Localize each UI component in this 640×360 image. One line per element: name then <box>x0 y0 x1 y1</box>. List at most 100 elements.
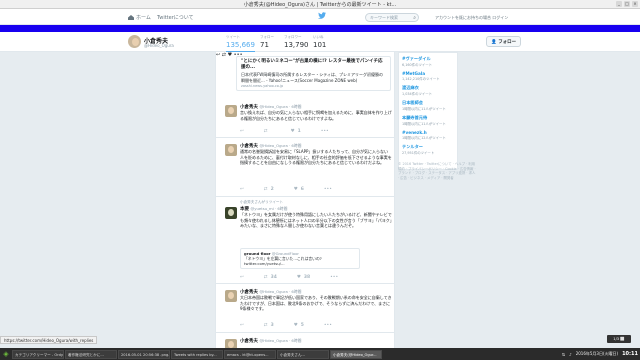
tweet-header: 小倉秀夫 @Hideo_Ogura · 6時間 <box>240 338 301 344</box>
search-input[interactable]: キーワード検索 ⌕ <box>365 13 419 22</box>
tweet[interactable]: 小倉秀夫 @Hideo_Ogura · 6時間 通常の名誉毀損訴訟を安易に「SL… <box>216 139 394 197</box>
stat-value: 135,669 <box>226 41 255 49</box>
taskbar-item-active[interactable]: 小倉秀夫(@Hideo_Ogur... <box>330 349 382 359</box>
twitter-bird-icon[interactable] <box>318 12 326 19</box>
footer-links[interactable]: © 2016 Twitter · Twitterについて · ヘルプ · 利用規… <box>398 162 476 180</box>
nav-home-label: ホーム <box>136 15 151 21</box>
retweet-icon[interactable]: ⇄ <box>222 52 226 58</box>
tweet-author-name[interactable]: 小倉秀夫 <box>240 339 258 344</box>
stat-tweets[interactable]: ツイート 135,669 <box>226 35 255 52</box>
retweet-button[interactable]: ⇄ 2 <box>264 187 274 192</box>
like-button[interactable]: ♥ 1 <box>291 129 301 134</box>
tweet-author-handle[interactable]: @Hideo_Ogura · 6時間 <box>259 289 301 294</box>
taskbar-item[interactable]: 2016-05-01 20:56:38 .png... <box>118 349 170 359</box>
retweet-note: 小倉秀夫さんがリツイート <box>240 200 284 204</box>
more-icon[interactable]: ••• <box>324 187 332 192</box>
tray-date[interactable]: 2016年5月3日(火曜日) <box>576 351 618 357</box>
network-icon[interactable]: ⇅ <box>562 352 565 357</box>
minimize-button[interactable]: _ <box>616 1 622 7</box>
quote-text: 「ネトウヨ」を左翼に言いた...これは言いの? twitter.com/yuet… <box>244 256 322 266</box>
more-icon[interactable]: ••• <box>330 275 338 280</box>
home-icon <box>128 15 134 20</box>
taskbar-item[interactable]: カテゴリアクリーマー - Ordy... <box>12 349 64 359</box>
like-button[interactable]: ♥ 38 <box>297 275 310 280</box>
reply-icon[interactable]: ↩ <box>216 52 220 58</box>
like-count: 38 <box>303 275 311 280</box>
stat-following[interactable]: フォロー 71 <box>260 35 274 49</box>
tweet[interactable]: 小倉秀夫 @Hideo_Ogura · 6時間 言い換えれば、自分の気に入らない… <box>216 100 394 138</box>
reply-icon[interactable]: ↩ <box>240 129 244 134</box>
tray-clock[interactable]: 10:11 <box>622 351 638 357</box>
like-button[interactable]: ♥ 5 <box>294 323 304 328</box>
start-menu-icon[interactable]: ◈ <box>1 349 11 359</box>
follow-label: フォロー <box>498 40 517 45</box>
more-icon[interactable]: ••• <box>324 323 332 328</box>
card-description: 日本代表FW岡崎慎司の所属するレスター・シティは、プレミアリーグ初優勝の瞬間を間… <box>241 72 384 83</box>
retweet-button[interactable]: ⇄ <box>264 129 271 134</box>
twitter-top-nav: ホーム Twitterについて キーワード検索 ⌕ アカウントを既にお持ちの場合… <box>0 9 640 25</box>
trend-item[interactable]: #venezk.h 1時間以内に12人がツイート <box>402 130 454 140</box>
retweet-button[interactable]: ⇄ 34 <box>264 275 277 280</box>
reply-icon[interactable]: ↩ <box>240 187 244 192</box>
trend-item[interactable]: #ヴァーダイル 6,160件のツイート <box>402 56 454 67</box>
trend-item[interactable]: テンルター 27,951件のツイート <box>402 144 454 155</box>
login-prompt[interactable]: アカウントを既にお持ちの場合 ログイン <box>435 15 508 21</box>
tweet-timeline: "とにかく明るいミネコー"が古巣の横に!? レスター最後でパンイチ応援の... … <box>215 52 395 360</box>
window-title: 小倉秀夫(@Hideo_Ogura)さん | Twitterからの最新ツイート … <box>243 2 397 8</box>
taskbar-item[interactable]: 著作権法研究とかに... <box>65 349 117 359</box>
trend-item[interactable]: 日本医師会 1時間以内に11人がツイート <box>402 100 454 111</box>
reply-icon[interactable]: ↩ <box>240 275 244 280</box>
tweet-actions: ↩ ⇄ 34 ♥ 38 ••• <box>240 275 338 280</box>
tweet[interactable]: 小倉秀夫さんがリツイート 本要 @yuetsu_mi · 6時間 「ネトウヨ」を… <box>216 198 394 284</box>
trend-count: 6,160件のツイート <box>402 63 433 67</box>
close-button[interactable]: × <box>632 1 638 7</box>
system-tray: ⇅ ♪ 2016年5月3日(火曜日) 10:11 <box>562 349 638 359</box>
profile-handle[interactable]: @Hideo_Ogura <box>144 43 174 48</box>
tweet-author-handle[interactable]: @Hideo_Ogura · 6時間 <box>259 338 301 343</box>
like-count: 5 <box>300 323 304 328</box>
tweet-author-handle[interactable]: @Hideo_Ogura · 6時間 <box>259 104 301 109</box>
trend-item[interactable]: 渡辺麻衣 1,034件のツイート <box>402 85 454 96</box>
retweet-count: 34 <box>270 275 277 280</box>
tweet-avatar[interactable] <box>225 105 237 117</box>
stat-label: いいね <box>313 35 324 39</box>
tweet-avatar[interactable] <box>225 290 237 302</box>
search-icon[interactable]: ⌕ <box>413 15 416 21</box>
tweet[interactable]: 小倉秀夫 @Hideo_Ogura · 6時間 大日本帝国は敗戦で軍記が低い国家… <box>216 285 394 333</box>
tweet-avatar[interactable] <box>225 144 237 156</box>
card-url: zasshi.news.yahoo.co.jp <box>241 84 284 88</box>
stat-value: 71 <box>260 41 269 49</box>
nav-about[interactable]: Twitterについて <box>157 14 194 21</box>
tweet-author-handle[interactable]: @Hideo_Ogura · 6時間 <box>259 143 301 148</box>
link-card[interactable]: "とにかく明るいミネコー"が古巣の横に!? レスター最後でパンイチ応援の... … <box>236 56 391 91</box>
tweet-actions: ↩ ⇄ 2 ♥ 6 ••• <box>240 187 332 192</box>
maximize-button[interactable]: □ <box>624 1 630 7</box>
retweet-button[interactable]: ⇄ 3 <box>264 323 274 328</box>
like-button[interactable]: ♥ 6 <box>294 187 304 192</box>
stat-followers[interactable]: フォロワー 13,790 <box>284 35 309 49</box>
volume-icon[interactable]: ♪ <box>569 352 572 357</box>
trend-item[interactable]: #MetGala 1,142,210件のツイート <box>402 71 454 81</box>
tweet-actions: ↩ ⇄ 3 ♥ 5 ••• <box>240 323 332 328</box>
stat-value: 13,790 <box>284 41 309 49</box>
more-icon[interactable]: ••• <box>321 129 329 134</box>
follow-button[interactable]: 👤 フォロー <box>486 36 522 47</box>
window-title-bar: 小倉秀夫(@Hideo_Ogura)さん | Twitterからの最新ツイート … <box>0 0 640 9</box>
taskbar-item[interactable]: emacs - kt@kt-opens... <box>224 349 276 359</box>
like-icon[interactable]: ♥ <box>228 52 232 58</box>
taskbar-item[interactable]: Tweets with replies by... <box>171 349 223 359</box>
taskbar-item[interactable]: 小倉秀夫さん... <box>277 349 329 359</box>
avatar[interactable] <box>127 34 142 49</box>
quoted-tweet[interactable]: ground floor @GroundFloor 「ネトウヨ」を左翼に言いた.… <box>240 248 360 269</box>
status-url: https://twitter.com/Hideo_Ogura/with_rep… <box>0 336 98 344</box>
tweet-avatar[interactable] <box>225 207 237 219</box>
stat-label: フォロー <box>260 35 274 39</box>
trend-item[interactable]: 本願寺首元待 1時間以内に11人がツイート <box>402 115 454 126</box>
stat-likes[interactable]: いいね 101 <box>313 35 326 49</box>
page-indicator[interactable]: 1/3 ⬜ <box>607 335 631 343</box>
tweet-author-handle[interactable]: @yuetsu_mi · 6時間 <box>250 206 287 211</box>
nav-home[interactable]: ホーム <box>128 14 151 21</box>
reply-icon[interactable]: ↩ <box>240 323 244 328</box>
stat-value: 101 <box>313 41 327 49</box>
trends-panel: #ヴァーダイル 6,160件のツイート #MetGala 1,142,210件のツイ… <box>398 52 458 170</box>
